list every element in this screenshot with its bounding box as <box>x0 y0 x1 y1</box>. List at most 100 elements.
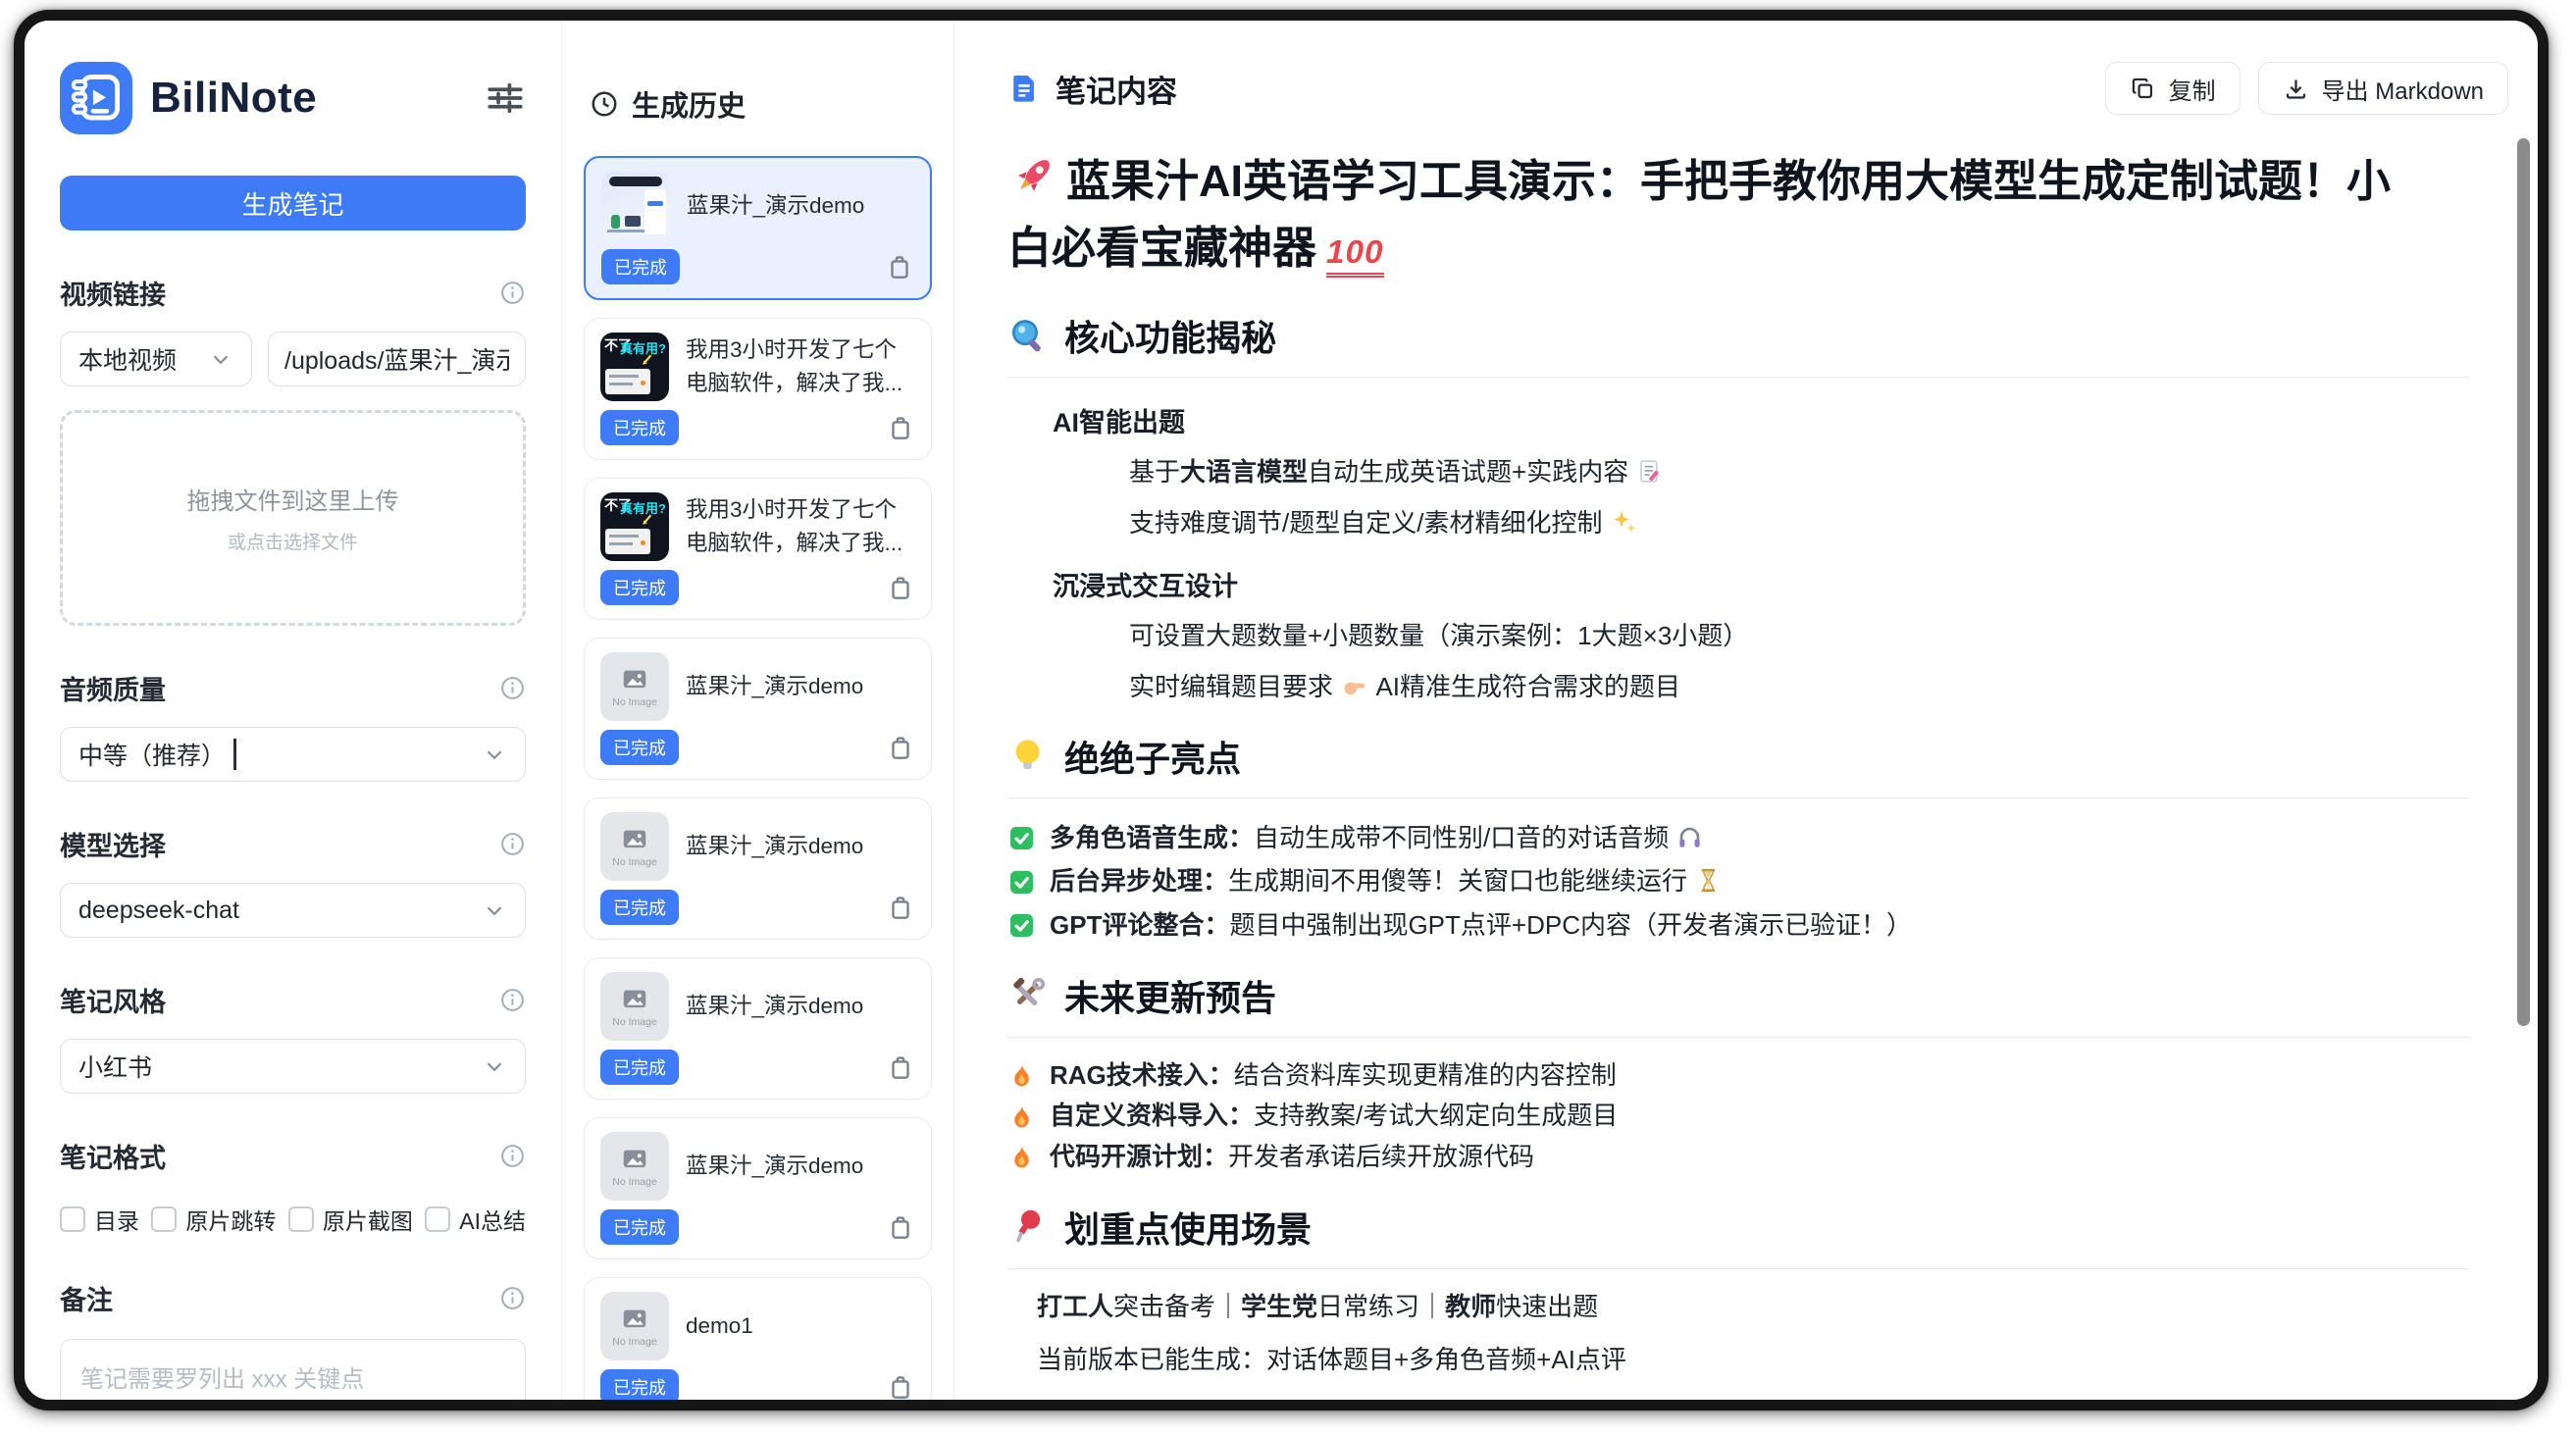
note-style-label: 笔记风格 <box>60 981 166 1019</box>
image-placeholder-icon <box>620 825 649 854</box>
note-list-item: 实时编辑题目要求 AI精准生成符合需求的题目 <box>1129 670 2469 705</box>
image-placeholder-icon <box>620 665 649 694</box>
info-icon[interactable] <box>499 280 526 306</box>
history-item[interactable]: 不了 真有用? 我用3小时开发了七个电脑软件，解决了我... 已完成 <box>584 318 932 460</box>
settings-sliders-icon[interactable] <box>485 77 526 119</box>
video-thumbnail: No Image <box>600 812 669 881</box>
checkbox-box[interactable] <box>288 1206 314 1232</box>
hundred-points-icon: 100 <box>1326 234 1384 278</box>
model-select[interactable]: deepseek-chat <box>60 883 526 938</box>
flame-icon <box>1007 1143 1036 1171</box>
model-label: 模型选择 <box>60 825 166 863</box>
checkbox-toc[interactable]: 目录 <box>60 1203 139 1236</box>
video-link-label: 视频链接 <box>60 274 166 312</box>
history-item[interactable]: 不了 真有用? 我用3小时开发了七个电脑软件，解决了我... 已完成 <box>584 478 932 620</box>
export-button-label: 导出 Markdown <box>2322 72 2484 106</box>
arrow-icon <box>641 514 653 527</box>
note-actions: 复制 导出 Markdown <box>2105 62 2508 115</box>
sparkles-icon <box>1610 508 1638 537</box>
delete-icon[interactable] <box>886 413 915 442</box>
note-list-item: 基于大语言模型自动生成英语试题+实践内容 <box>1129 455 2469 490</box>
delete-icon[interactable] <box>886 733 915 762</box>
delete-icon[interactable] <box>886 1372 915 1400</box>
note-style-select[interactable]: 小红书 <box>60 1039 526 1094</box>
checkbox-label: 原片截图 <box>323 1203 413 1236</box>
delete-icon[interactable] <box>886 573 915 602</box>
checkbox-jump-to-source[interactable]: 原片跳转 <box>151 1203 276 1236</box>
export-markdown-button[interactable]: 导出 Markdown <box>2258 62 2508 115</box>
vertical-scrollbar[interactable] <box>2517 138 2530 1026</box>
history-item[interactable]: No Image 蓝果汁_演示demo 已完成 <box>584 1117 932 1259</box>
status-badge: 已完成 <box>601 249 680 284</box>
history-item[interactable]: No Image 蓝果汁_演示demo 已完成 <box>584 638 932 780</box>
delete-icon[interactable] <box>886 1052 915 1082</box>
image-placeholder-icon <box>620 985 649 1014</box>
history-item[interactable]: No Image demo1 已完成 <box>584 1277 932 1400</box>
app-name: BiliNote <box>150 74 317 123</box>
history-item-title: 蓝果汁_演示demo <box>686 1150 863 1183</box>
info-icon[interactable] <box>499 675 526 701</box>
checkbox-box[interactable] <box>151 1206 177 1232</box>
checkbox-ai-summary[interactable]: AI总结 <box>425 1203 526 1236</box>
note-title: 蓝果汁AI英语学习工具演示：手把手教你用大模型生成定制试题！小白必看宝藏神器10… <box>1007 148 2391 281</box>
history-item-title: 蓝果汁_演示demo <box>686 670 863 703</box>
note-format-options: 目录 原片跳转 原片截图 AI总结 <box>60 1203 526 1236</box>
checkbox-box[interactable] <box>425 1206 450 1232</box>
headphones-icon <box>1675 823 1704 851</box>
remark-label: 备注 <box>60 1279 113 1317</box>
history-item[interactable]: 蓝果汁_演示demo 已完成 <box>584 156 932 300</box>
checkbox-screenshots[interactable]: 原片截图 <box>288 1203 413 1236</box>
status-badge: 已完成 <box>600 1369 679 1400</box>
history-item[interactable]: No Image 蓝果汁_演示demo 已完成 <box>584 797 932 940</box>
info-icon[interactable] <box>499 987 526 1013</box>
upcoming-list: RAG技术接入：结合资料库实现更精准的内容控制 自定义资料导入：支持教案/考试大… <box>1007 1057 2469 1176</box>
lightbulb-icon <box>1007 736 1048 776</box>
section-heading-upcoming: 未来更新预告 <box>1007 970 2469 1038</box>
status-badge: 已完成 <box>600 730 679 765</box>
upload-dropzone[interactable]: 拖拽文件到这里上传 或点击选择文件 <box>60 410 526 626</box>
note-content-panel: 笔记内容 复制 导出 Markdown 蓝果汁AI英语学习工具演示：手把手教你用… <box>954 21 2538 1400</box>
group-title: AI智能出题 <box>1053 401 2469 439</box>
history-item-title: 蓝果汁_演示demo <box>686 830 863 863</box>
check-mark-icon <box>1007 868 1036 897</box>
audio-quality-select[interactable]: 中等（推荐） <box>60 727 526 782</box>
delete-icon[interactable] <box>885 252 914 282</box>
bilinote-logo-icon <box>60 62 132 134</box>
no-image-label: No Image <box>612 1176 657 1188</box>
info-icon[interactable] <box>499 1143 526 1169</box>
section-heading-core-features: 核心功能揭秘 <box>1007 310 2469 378</box>
upcoming-item: 自定义资料导入：支持教案/考试大纲定向生成题目 <box>1007 1098 2469 1135</box>
video-source-select[interactable]: 本地视频 <box>60 332 252 386</box>
generate-notes-button[interactable]: 生成笔记 <box>60 176 526 231</box>
logo-row: BiliNote <box>60 62 526 134</box>
copy-button[interactable]: 复制 <box>2105 62 2241 115</box>
history-item[interactable]: No Image 蓝果汁_演示demo 已完成 <box>584 957 932 1100</box>
delete-icon[interactable] <box>886 893 915 922</box>
text-caret <box>233 739 236 770</box>
checkbox-box[interactable] <box>60 1206 85 1232</box>
check-mark-icon <box>1007 911 1036 940</box>
video-path-input[interactable] <box>268 332 526 386</box>
status-badge: 已完成 <box>600 1050 679 1085</box>
delete-icon[interactable] <box>886 1212 915 1242</box>
history-item-title: 我用3小时开发了七个电脑软件，解决了我... <box>686 333 915 400</box>
info-icon[interactable] <box>499 831 526 857</box>
checklist: 多角色语音生成：自动生成带不同性别/口音的对话音频 后台异步处理：生成期间不用傻… <box>1007 820 2469 945</box>
history-header: 生成历史 <box>590 83 932 125</box>
section-heading-text: 绝绝子亮点 <box>1064 731 1241 782</box>
no-image-label: No Image <box>612 856 657 868</box>
remark-textarea[interactable] <box>60 1339 526 1410</box>
upcoming-item: RAG技术接入：结合资料库实现更精准的内容控制 <box>1007 1057 2469 1095</box>
note-list-item: 支持难度调节/题型自定义/素材精细化控制 <box>1129 506 2469 541</box>
no-image-label: No Image <box>612 696 657 708</box>
info-icon[interactable] <box>499 1285 526 1311</box>
video-thumbnail: No Image <box>600 652 669 721</box>
section-heading-text: 未来更新预告 <box>1064 970 1276 1021</box>
history-item-title: 蓝果汁_演示demo <box>687 189 864 223</box>
memo-icon <box>1635 457 1664 486</box>
hammer-wrench-icon <box>1007 975 1048 1015</box>
history-item-title: demo1 <box>686 1309 753 1343</box>
note-format-label: 笔记格式 <box>60 1137 166 1175</box>
pointing-right-icon <box>1340 672 1368 700</box>
chevron-down-icon <box>482 1053 507 1079</box>
